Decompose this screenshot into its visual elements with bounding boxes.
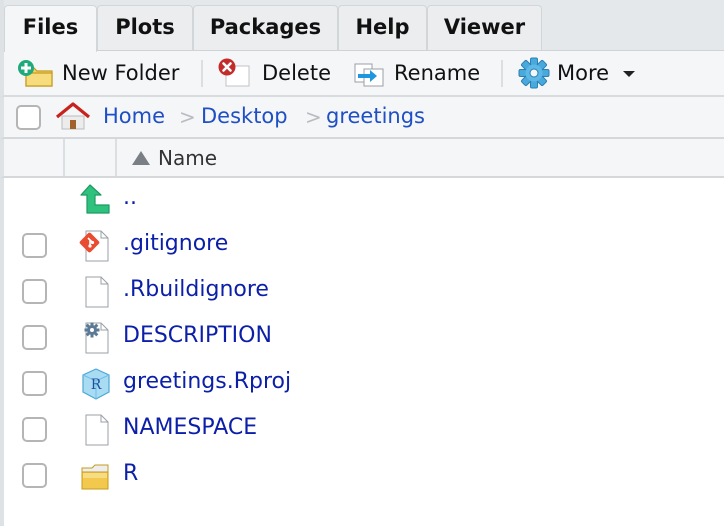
file-checkbox[interactable]: [22, 279, 47, 304]
file-name[interactable]: greetings.Rproj: [123, 369, 291, 394]
more-label: More: [557, 61, 610, 85]
toolbar-divider: [201, 60, 203, 87]
file-checkbox[interactable]: [22, 371, 47, 396]
file-icon: [85, 276, 109, 308]
git-file-icon: [79, 230, 109, 262]
file-row[interactable]: R: [4, 454, 724, 500]
select-all-checkbox[interactable]: [16, 105, 41, 130]
file-icon: [85, 414, 109, 446]
file-name[interactable]: NAMESPACE: [123, 415, 257, 440]
breadcrumb-desktop[interactable]: Desktop: [201, 104, 288, 128]
more-menu-button[interactable]: More: [517, 51, 636, 95]
file-name[interactable]: R: [123, 461, 138, 486]
rename-button[interactable]: Rename: [352, 51, 480, 95]
breadcrumb-greetings[interactable]: greetings: [326, 104, 425, 128]
new-folder-button[interactable]: New Folder: [16, 51, 179, 95]
chevron-down-icon: [623, 71, 636, 77]
rproject-icon: R: [82, 368, 110, 400]
delete-icon: [218, 58, 250, 87]
file-checkbox[interactable]: [22, 233, 47, 258]
file-checkbox[interactable]: [22, 463, 47, 488]
delete-label: Delete: [262, 61, 331, 85]
delete-button[interactable]: Delete: [216, 51, 331, 95]
file-checkbox[interactable]: [22, 417, 47, 442]
file-list: .. .gitignore .Rbuildignore DESCRIPTION …: [0, 178, 724, 526]
home-icon[interactable]: [54, 101, 92, 131]
breadcrumb-separator: >: [179, 105, 196, 129]
column-divider: [115, 139, 117, 176]
tab-help[interactable]: Help: [338, 5, 427, 51]
file-list-header: Name: [0, 139, 724, 178]
file-name[interactable]: DESCRIPTION: [123, 323, 272, 348]
file-checkbox[interactable]: [22, 325, 47, 350]
new-folder-icon: [18, 60, 53, 87]
toolbar-divider: [501, 60, 503, 87]
file-row[interactable]: .gitignore: [4, 224, 724, 270]
column-divider: [63, 139, 65, 176]
files-toolbar: New Folder Delete Rename More: [0, 51, 724, 97]
breadcrumb: Home > Desktop > greetings: [0, 97, 724, 139]
rename-icon: [354, 63, 384, 87]
tab-plots[interactable]: Plots: [97, 5, 193, 51]
breadcrumb-separator: >: [305, 105, 322, 129]
file-row-parent[interactable]: ..: [4, 178, 724, 224]
rename-label: Rename: [394, 61, 481, 85]
folder-icon: [81, 464, 109, 490]
svg-text:R: R: [91, 377, 102, 393]
file-row[interactable]: DESCRIPTION: [4, 316, 724, 362]
new-folder-label: New Folder: [62, 61, 180, 85]
file-row[interactable]: NAMESPACE: [4, 408, 724, 454]
name-column-header[interactable]: Name: [132, 146, 217, 170]
tab-viewer[interactable]: Viewer: [427, 5, 542, 51]
pane-tab-bar: Files Plots Packages Help Viewer: [0, 0, 724, 52]
file-name[interactable]: .Rbuildignore: [123, 277, 269, 302]
parent-directory-icon: [80, 184, 110, 214]
sort-ascending-icon: [132, 151, 150, 165]
file-name[interactable]: ..: [123, 185, 137, 210]
tab-files[interactable]: Files: [4, 5, 97, 52]
name-column-label: Name: [158, 146, 218, 170]
file-name[interactable]: .gitignore: [123, 231, 228, 256]
tab-packages[interactable]: Packages: [193, 5, 338, 51]
file-row[interactable]: .Rbuildignore: [4, 270, 724, 316]
gear-icon: [518, 57, 550, 89]
breadcrumb-home[interactable]: Home: [103, 104, 165, 128]
file-row[interactable]: R greetings.Rproj: [4, 362, 724, 408]
settings-file-icon: [84, 322, 109, 354]
